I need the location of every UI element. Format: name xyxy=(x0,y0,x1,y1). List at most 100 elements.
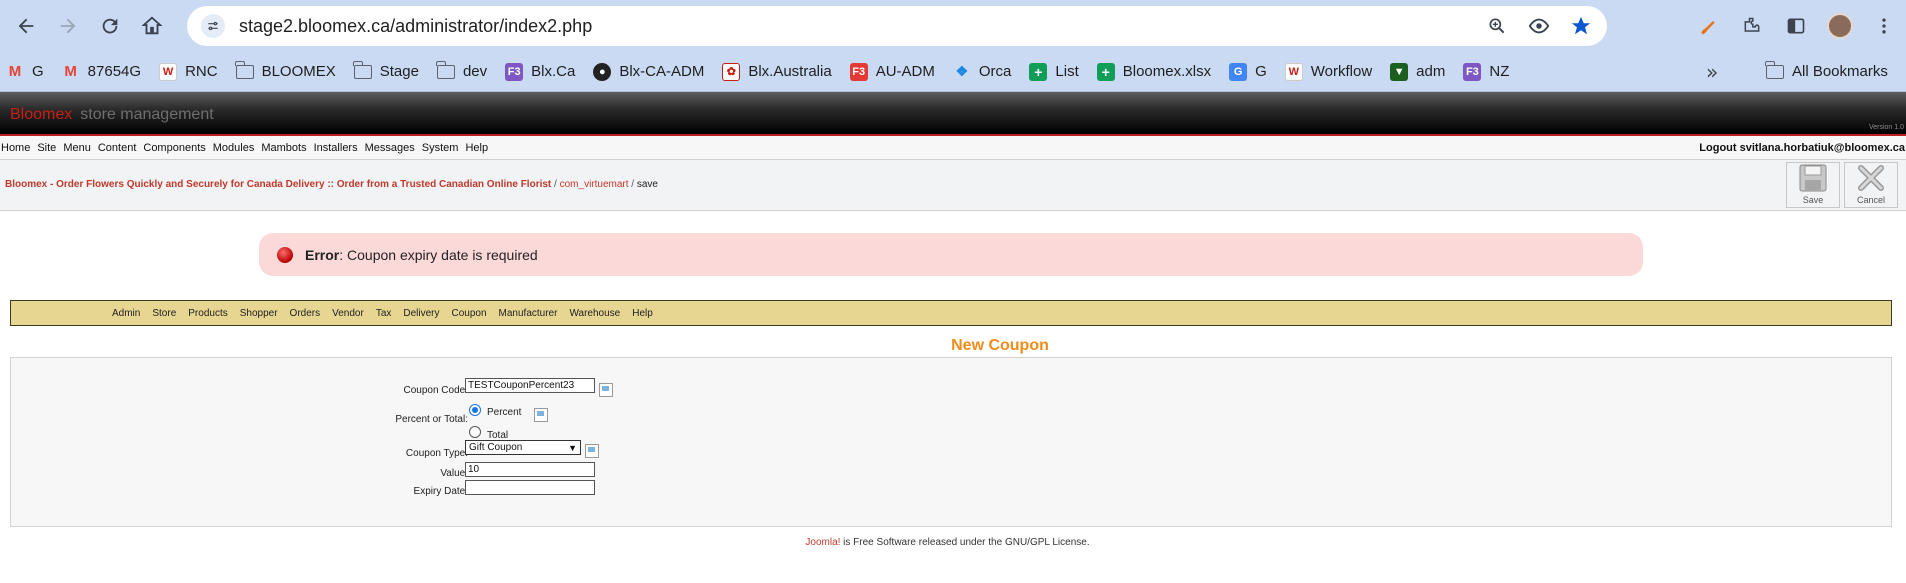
globe-icon: ● xyxy=(593,62,612,81)
vm-menu-products[interactable]: Products xyxy=(188,308,227,319)
paint-icon[interactable] xyxy=(1690,8,1726,44)
menu-site[interactable]: Site xyxy=(36,142,56,154)
vm-menu-vendor[interactable]: Vendor xyxy=(332,308,364,319)
breadcrumb-component[interactable]: com_virtuemart xyxy=(560,179,629,190)
home-icon[interactable] xyxy=(134,8,170,44)
vm-menu-manufacturer[interactable]: Manufacturer xyxy=(499,308,558,319)
coupon-form: Coupon Code: TESTCouponPercent23 Percent… xyxy=(10,357,1892,527)
chevron-down-icon: ▼ xyxy=(568,443,577,453)
menu-home[interactable]: Home xyxy=(0,142,30,154)
folder-icon xyxy=(1765,60,1784,79)
folder-icon xyxy=(436,60,455,79)
vm-menu-tax[interactable]: Tax xyxy=(376,308,392,319)
menu-menu[interactable]: Menu xyxy=(62,142,91,154)
save-button[interactable]: Save xyxy=(1786,162,1840,208)
value-input[interactable]: 10 xyxy=(465,462,595,477)
breadcrumb: Bloomex - Order Flowers Quickly and Secu… xyxy=(5,179,658,190)
version-text: Version 1.0 xyxy=(1868,124,1904,131)
menu-modules[interactable]: Modules xyxy=(212,142,255,154)
total-radio[interactable] xyxy=(469,426,481,438)
breadcrumb-task: save xyxy=(636,179,658,190)
vm-menu-delivery[interactable]: Delivery xyxy=(403,308,439,319)
logout-link[interactable]: Logout svitlana.horbatiuk@bloomex.ca xyxy=(1699,142,1905,154)
bookmark-item[interactable]: Stage xyxy=(353,60,419,80)
bookmark-item[interactable]: W Workflow xyxy=(1284,62,1372,81)
sheets-icon: + xyxy=(1096,62,1115,81)
f3-icon: F3 xyxy=(1463,62,1482,81)
error-message: Error: Coupon expiry date is required xyxy=(259,233,1643,276)
expiry-date-input[interactable] xyxy=(465,480,595,495)
orca-icon: ❖ xyxy=(955,63,969,79)
footer: Joomla! is Free Software released under … xyxy=(805,537,1090,548)
cancel-button[interactable]: Cancel xyxy=(1844,162,1898,208)
close-icon xyxy=(1858,165,1884,191)
bookmark-item[interactable]: GG xyxy=(1229,62,1267,81)
forward-icon[interactable] xyxy=(50,8,86,44)
gmail-icon: M xyxy=(8,63,22,80)
page-title: New Coupon xyxy=(951,337,1049,354)
menu-installers[interactable]: Installers xyxy=(313,142,358,154)
bookmark-item[interactable]: + Bloomex.xlsx xyxy=(1096,62,1211,81)
url-text[interactable]: stage2.bloomex.ca/administrator/index2.p… xyxy=(239,16,1469,37)
vm-menu-store[interactable]: Store xyxy=(152,308,176,319)
vm-menu-shopper[interactable]: Shopper xyxy=(240,308,278,319)
extensions-icon[interactable] xyxy=(1734,8,1770,44)
adm-icon: ▼ xyxy=(1390,62,1409,81)
zoom-icon[interactable] xyxy=(1483,12,1511,40)
sheets-icon: + xyxy=(1029,62,1048,81)
bookmark-item[interactable]: + List xyxy=(1029,62,1079,81)
menu-components[interactable]: Components xyxy=(142,142,205,154)
menu-help[interactable]: Help xyxy=(464,142,488,154)
bookmark-item[interactable]: ● Blx-CA-ADM xyxy=(593,62,704,81)
coupon-code-label: Coupon Code: xyxy=(403,385,469,396)
bookmark-item[interactable]: BLOOMEX xyxy=(234,60,336,80)
reload-icon[interactable] xyxy=(92,8,128,44)
bookmark-item[interactable]: ❖ Orca xyxy=(953,63,1012,81)
joomla-link[interactable]: Joomla! xyxy=(805,537,840,548)
bookmark-item[interactable]: ✿ Blx.Australia xyxy=(722,62,832,81)
bookmark-item[interactable]: W RNC xyxy=(159,62,218,81)
menu-content[interactable]: Content xyxy=(97,142,137,154)
bookmark-item[interactable]: dev xyxy=(436,60,487,80)
bookmark-item[interactable]: F3 Blx.Ca xyxy=(505,62,575,81)
side-panel-icon[interactable] xyxy=(1778,8,1814,44)
bookmark-item[interactable]: MG xyxy=(6,63,44,81)
value-label: Value: xyxy=(440,468,468,479)
site-info-icon[interactable] xyxy=(201,14,225,38)
help-icon xyxy=(599,383,613,397)
brand-logo: Bloomex store management xyxy=(10,106,214,123)
expiry-date-label: Expiry Date: xyxy=(413,486,468,497)
coupon-type-label: Coupon Type: xyxy=(405,448,468,459)
bookmark-item[interactable]: F3 AU-ADM xyxy=(849,62,935,81)
folder-icon xyxy=(234,60,254,79)
eye-icon[interactable] xyxy=(1525,12,1553,40)
breadcrumb-site[interactable]: Bloomex - Order Flowers Quickly and Secu… xyxy=(5,179,551,190)
vm-menu-admin[interactable]: Admin xyxy=(112,308,140,319)
browser-toolbar: stage2.bloomex.ca/administrator/index2.p… xyxy=(0,0,1906,52)
bookmarks-bar: MG M 87654G W RNC BLOOMEX Stage dev F3 Blx.… xyxy=(0,52,1906,92)
kebab-menu-icon[interactable] xyxy=(1866,8,1902,44)
coupon-type-select[interactable]: Gift Coupon ▼ xyxy=(465,440,581,455)
vm-menu-coupon[interactable]: Coupon xyxy=(452,308,487,319)
profile-avatar[interactable] xyxy=(1822,8,1858,44)
bookmark-item[interactable]: M 87654G xyxy=(62,63,141,81)
bookmark-item[interactable]: F3 NZ xyxy=(1463,62,1509,81)
translate-icon: G xyxy=(1229,62,1248,81)
percent-radio[interactable] xyxy=(469,404,481,416)
all-bookmarks[interactable]: All Bookmarks xyxy=(1765,60,1888,80)
menu-messages[interactable]: Messages xyxy=(364,142,415,154)
chevron-double-right-icon[interactable]: » xyxy=(1706,60,1718,84)
site-icon: ✿ xyxy=(722,62,741,81)
menu-system[interactable]: System xyxy=(421,142,459,154)
vm-menu-help[interactable]: Help xyxy=(632,308,653,319)
back-icon[interactable] xyxy=(8,8,44,44)
menu-mambots[interactable]: Mambots xyxy=(260,142,306,154)
vm-menu-warehouse[interactable]: Warehouse xyxy=(569,308,620,319)
wiki-icon: W xyxy=(1284,62,1303,81)
bookmark-item[interactable]: ▼ adm xyxy=(1390,62,1445,81)
star-icon[interactable] xyxy=(1567,12,1595,40)
vm-menu-orders[interactable]: Orders xyxy=(290,308,321,319)
gmail-icon: M xyxy=(64,63,77,80)
address-bar[interactable]: stage2.bloomex.ca/administrator/index2.p… xyxy=(187,6,1607,46)
coupon-code-input[interactable]: TESTCouponPercent23 xyxy=(465,378,595,393)
